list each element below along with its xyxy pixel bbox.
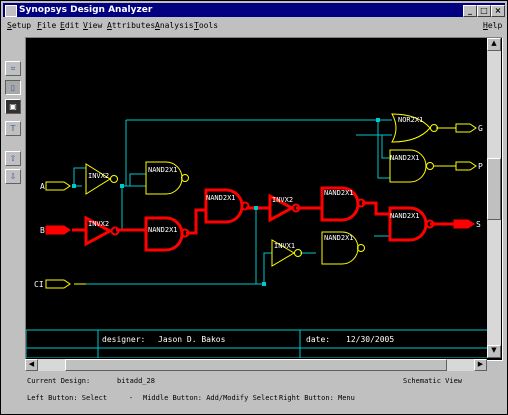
- port-g-label: G: [478, 124, 483, 133]
- tool-palette: ⌗ ▯ ▣ T ⇧ ⇩: [5, 61, 21, 191]
- minimize-icon[interactable]: _: [463, 5, 477, 17]
- gate-nor-g-label: NOR2X1: [398, 116, 423, 124]
- gate-nand-mid[interactable]: NAND2X1: [204, 188, 250, 224]
- designer-value: Jason D. Bakos: [158, 335, 226, 344]
- gate-nand-p[interactable]: NAND2X1: [389, 149, 434, 183]
- text-tool-icon[interactable]: T: [5, 121, 21, 136]
- menu-bar: Setup File Edit View Attributes Analysis…: [3, 19, 505, 33]
- left-button-hint: Left Button: Select: [27, 394, 108, 402]
- gate-nand-s-label: NAND2X1: [390, 212, 420, 220]
- horizontal-scrollbar[interactable]: ◀ ▶: [25, 359, 487, 371]
- schematic-canvas[interactable]: A B CI G P S INVX2 NAND2X1 INVX2 NAND2X1…: [25, 37, 503, 361]
- horizontal-scroll-thumb[interactable]: [65, 359, 447, 371]
- junction-dots: [72, 118, 380, 286]
- select-tool-icon[interactable]: ⌗: [5, 61, 21, 76]
- menu-setup[interactable]: Setup: [7, 19, 31, 33]
- menu-edit[interactable]: Edit: [60, 19, 79, 33]
- push-up-icon[interactable]: ⇧: [5, 151, 21, 166]
- port-b[interactable]: B: [40, 225, 71, 235]
- gate-nand-b-label: NAND2X1: [148, 226, 178, 234]
- port-ci[interactable]: CI: [34, 279, 71, 289]
- gate-inv-b-label: INVX2: [88, 220, 109, 228]
- separator-1: -: [129, 394, 134, 402]
- separator-2: -: [265, 394, 270, 402]
- scroll-up-icon[interactable]: ▲: [487, 38, 501, 51]
- menu-analysis[interactable]: Analysis: [155, 19, 194, 33]
- vertical-scrollbar[interactable]: ▲ ▼: [487, 38, 501, 358]
- push-down-icon[interactable]: ⇩: [5, 169, 21, 184]
- vertical-scroll-thumb[interactable]: [487, 158, 501, 220]
- menu-attributes[interactable]: Attributes: [107, 19, 155, 33]
- gate-inv-a-label: INVX2: [88, 172, 109, 180]
- gate-nand-a-label: NAND2X1: [148, 166, 178, 174]
- middle-button-hint: Middle Button: Add/Modify Select: [143, 394, 278, 402]
- menu-view[interactable]: View: [83, 19, 102, 33]
- app-window: Synopsys Design Analyzer _ □ × Setup Fil…: [0, 0, 508, 415]
- gate-inv-a[interactable]: INVX2: [85, 163, 118, 195]
- gate-inv-mid-label: INVX2: [272, 196, 293, 204]
- gate-nand-up-label: NAND2X1: [324, 189, 354, 197]
- port-p-label: P: [478, 162, 483, 171]
- cyan-wires: [73, 119, 392, 285]
- date-label: date:: [306, 335, 330, 344]
- close-icon[interactable]: ×: [491, 5, 505, 17]
- port-s-label: S: [476, 220, 481, 229]
- schematic-tool-icon[interactable]: ▣: [5, 99, 21, 114]
- scroll-right-icon[interactable]: ▶: [474, 359, 487, 371]
- date-value: 12/30/2005: [346, 335, 394, 344]
- gate-nand-mid-label: NAND2X1: [206, 194, 236, 202]
- port-b-label: B: [40, 226, 45, 235]
- gate-inv-lower-label: INVX1: [274, 242, 295, 250]
- designer-label: designer:: [102, 335, 145, 344]
- gate-nand-low[interactable]: NAND2X1: [321, 231, 365, 265]
- scroll-down-icon[interactable]: ▼: [487, 345, 501, 358]
- menu-help[interactable]: Help: [483, 19, 502, 33]
- gate-nand-b[interactable]: NAND2X1: [144, 216, 190, 252]
- view-mode: Schematic View: [403, 377, 463, 385]
- gate-inv-b[interactable]: INVX2: [84, 215, 120, 247]
- menu-file[interactable]: File: [37, 19, 56, 33]
- gate-inv-lower[interactable]: INVX1: [271, 239, 302, 267]
- symbol-tool-icon[interactable]: ▯: [5, 80, 21, 95]
- gate-inv-mid[interactable]: INVX2: [268, 193, 301, 223]
- title-block: designer: Jason D. Bakos date: 12/30/200…: [26, 329, 488, 358]
- port-p[interactable]: P: [455, 161, 483, 171]
- port-s[interactable]: S: [453, 219, 481, 229]
- port-a[interactable]: A: [40, 181, 71, 191]
- right-button-hint: Right Button: Menu: [279, 394, 355, 402]
- port-a-label: A: [40, 182, 45, 191]
- menu-tools[interactable]: Tools: [194, 19, 218, 33]
- gate-nand-s[interactable]: NAND2X1: [388, 206, 435, 242]
- port-ci-label: CI: [34, 280, 44, 289]
- maximize-icon[interactable]: □: [477, 5, 491, 17]
- schematic-svg[interactable]: A B CI G P S INVX2 NAND2X1 INVX2 NAND2X1…: [26, 38, 488, 358]
- gate-nand-up[interactable]: NAND2X1: [320, 186, 366, 222]
- window-title: Synopsys Design Analyzer: [19, 5, 153, 15]
- gate-nor-g[interactable]: NOR2X1: [391, 113, 438, 143]
- current-design-label: Current Design:: [27, 377, 91, 385]
- gate-nand-a[interactable]: NAND2X1: [145, 161, 189, 195]
- current-design-value: bitadd_28: [117, 377, 155, 385]
- yellow-wires: [74, 127, 456, 285]
- scroll-left-icon[interactable]: ◀: [25, 359, 38, 371]
- port-g[interactable]: G: [455, 123, 483, 133]
- title-bar[interactable]: Synopsys Design Analyzer _ □ ×: [3, 3, 505, 17]
- gate-nand-p-label: NAND2X1: [390, 154, 420, 162]
- gate-nand-low-label: NAND2X1: [324, 234, 354, 242]
- app-icon[interactable]: [5, 5, 17, 17]
